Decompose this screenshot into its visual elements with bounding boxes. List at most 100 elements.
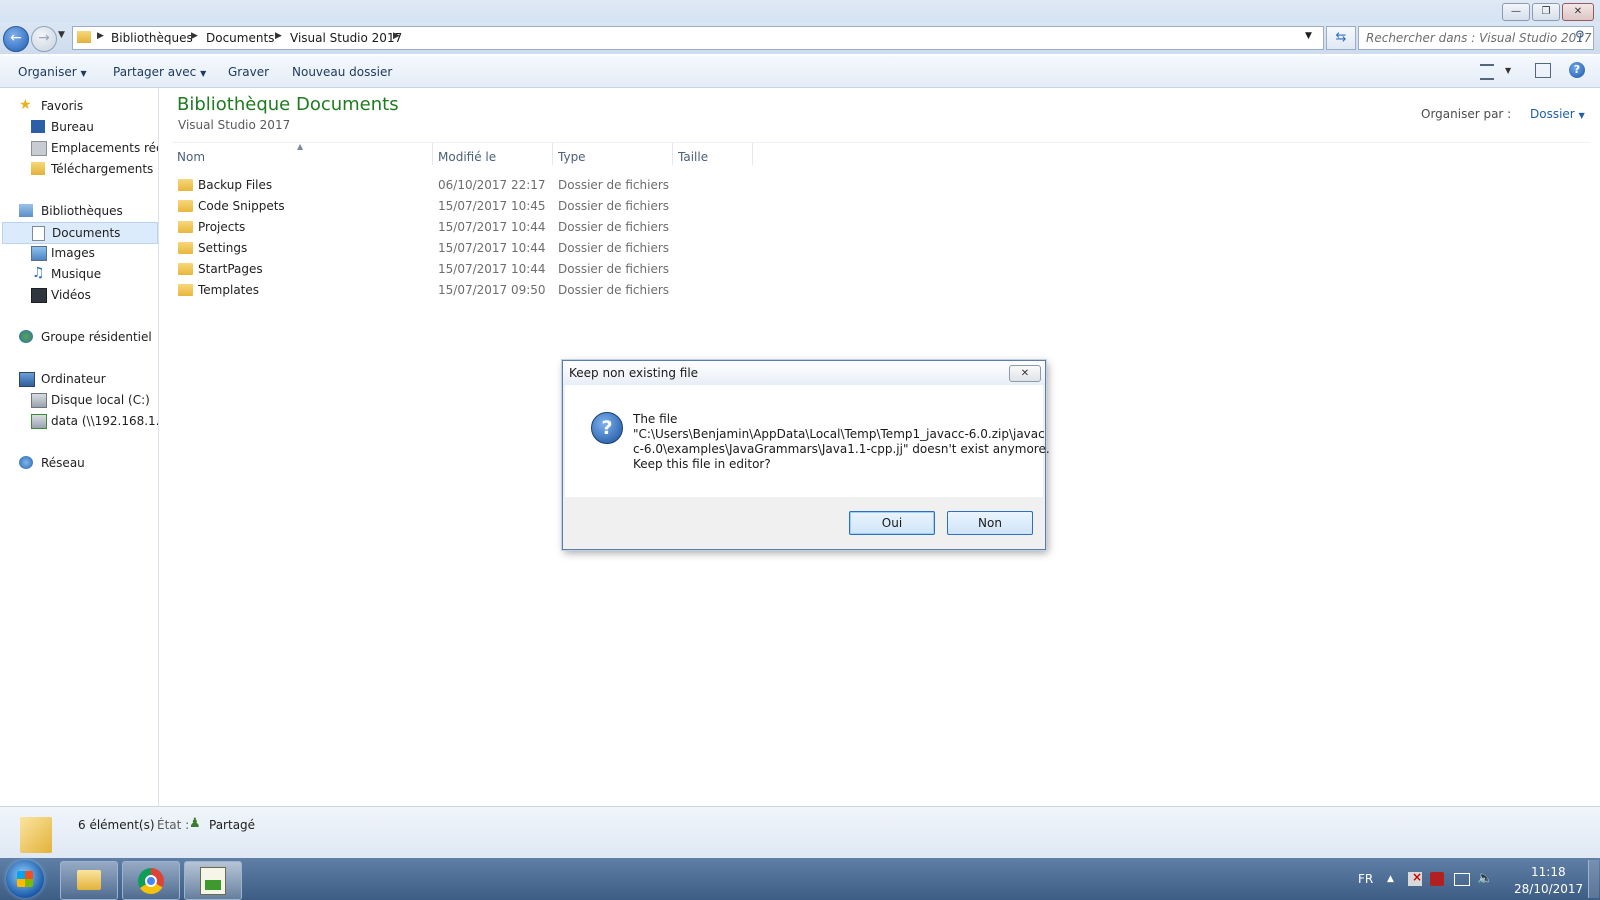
nav-label: Groupe résidentiel <box>41 330 152 344</box>
folder-icon <box>178 263 193 275</box>
taskbar-chrome-button[interactable] <box>122 861 180 900</box>
no-button[interactable]: Non <box>947 511 1033 535</box>
taskbar-explorer-button[interactable] <box>60 861 118 900</box>
taskbar-editor-button[interactable] <box>184 861 242 900</box>
refresh-button[interactable]: ⇆ <box>1326 26 1356 50</box>
column-header-type[interactable]: Type <box>558 150 586 164</box>
search-icon[interactable]: ⚲ <box>1575 29 1585 44</box>
file-modified: 15/07/2017 10:44 <box>438 262 546 276</box>
dropdown-arrow-icon: ▼ <box>1578 111 1585 120</box>
column-header-size[interactable]: Taille <box>678 150 708 164</box>
search-input[interactable]: Rechercher dans : Visual Studio 2017 ⚲ <box>1358 26 1594 50</box>
images-icon <box>31 246 47 261</box>
homegroup-icon <box>19 330 33 343</box>
organize-label: Organiser <box>18 65 77 79</box>
nav-music[interactable]: ♫ Musique <box>0 264 158 284</box>
new-folder-button[interactable]: Nouveau dossier <box>292 65 392 79</box>
show-hidden-icons-icon[interactable]: ▲ <box>1387 874 1394 884</box>
nav-label: Favoris <box>41 99 84 113</box>
nav-libraries[interactable]: Bibliothèques <box>0 201 158 221</box>
history-dropdown-icon[interactable]: ▼ <box>58 30 65 40</box>
tray-volume-icon[interactable]: 🔈 <box>1477 871 1493 886</box>
tray-flag-icon[interactable]: × <box>1408 870 1422 886</box>
minimize-button[interactable]: — <box>1502 3 1530 21</box>
column-header-modified[interactable]: Modifié le <box>438 150 496 164</box>
nav-label: Emplacements récents <box>51 141 158 155</box>
file-row[interactable]: Code Snippets 15/07/2017 10:45 Dossier d… <box>172 196 872 216</box>
nav-downloads[interactable]: Téléchargements <box>0 159 158 179</box>
file-name: Backup Files <box>198 178 273 192</box>
windows-logo-icon <box>17 871 33 887</box>
show-desktop-button[interactable] <box>1588 860 1599 898</box>
tray-network-icon[interactable] <box>1454 873 1470 886</box>
nav-favorites[interactable]: ★ Favoris <box>0 96 158 116</box>
clock-time[interactable]: 11:18 <box>1531 865 1566 879</box>
dropdown-arrow-icon: ▼ <box>80 69 87 78</box>
nav-homegroup[interactable]: Groupe résidentiel <box>0 327 158 347</box>
breadcrumb-visual-studio[interactable]: Visual Studio 2017 <box>290 31 402 45</box>
tray-security-icon[interactable] <box>1430 872 1444 886</box>
column-separator[interactable] <box>672 143 673 165</box>
close-window-button[interactable]: ✕ <box>1562 3 1594 21</box>
column-separator[interactable] <box>432 143 433 165</box>
message-line: Keep this file in editor? <box>633 457 771 471</box>
nav-desktop[interactable]: Bureau <box>0 117 158 137</box>
message-line: c-6.0\examples\JavaGrammars\Java1.1-cpp.… <box>633 442 1050 456</box>
file-row[interactable]: StartPages 15/07/2017 10:44 Dossier de f… <box>172 259 872 279</box>
restore-button[interactable]: ❐ <box>1532 3 1560 21</box>
nav-label: Téléchargements <box>51 162 154 176</box>
breadcrumb-bibliotheques[interactable]: Bibliothèques <box>111 31 193 45</box>
yes-button[interactable]: Oui <box>849 511 935 535</box>
file-type: Dossier de fichiers <box>558 199 670 213</box>
address-dropdown-icon[interactable]: ▼ <box>1305 31 1312 41</box>
nav-local-disk[interactable]: Disque local (C:) <box>0 390 158 410</box>
view-dropdown-icon[interactable]: ▼ <box>1505 66 1511 75</box>
dialog-close-button[interactable]: ✕ <box>1009 365 1041 382</box>
item-count: 6 élément(s) <box>78 818 155 832</box>
file-modified: 15/07/2017 10:44 <box>438 220 546 234</box>
burn-button[interactable]: Graver <box>228 65 269 79</box>
library-subtitle: Visual Studio 2017 <box>178 118 291 132</box>
column-separator[interactable] <box>552 143 553 165</box>
start-button[interactable] <box>6 860 44 898</box>
preview-pane-icon[interactable] <box>1535 63 1551 78</box>
close-icon: ✕ <box>1020 368 1030 379</box>
nav-recent-places[interactable]: Emplacements récents <box>0 138 158 158</box>
arrange-by-label: Organiser par : <box>1421 107 1512 121</box>
restore-icon: ❐ <box>1541 6 1551 17</box>
file-row[interactable]: Projects 15/07/2017 10:44 Dossier de fic… <box>172 217 872 237</box>
file-row[interactable]: Settings 15/07/2017 10:44 Dossier de fic… <box>172 238 872 258</box>
nav-videos[interactable]: Vidéos <box>0 285 158 305</box>
arrange-by-dropdown[interactable]: Dossier ▼ <box>1530 107 1585 121</box>
message-line: "C:\Users\Benjamin\AppData\Local\Temp\Te… <box>633 427 1045 441</box>
folder-icon <box>178 284 193 296</box>
nav-network-drive[interactable]: data (\\192.168.1.30) <box>0 411 158 431</box>
column-header-name[interactable]: Nom <box>177 150 205 164</box>
message-line: The file <box>633 412 678 426</box>
help-icon[interactable]: ? <box>1569 62 1585 78</box>
file-row[interactable]: Backup Files 06/10/2017 22:17 Dossier de… <box>172 175 872 195</box>
breadcrumb-documents[interactable]: Documents <box>206 31 274 45</box>
language-indicator[interactable]: FR <box>1358 872 1373 886</box>
view-options-icon[interactable] <box>1480 64 1494 80</box>
navigation-pane: ★ Favoris Bureau Emplacements récents Té… <box>0 88 159 806</box>
dialog-message: The file "C:\Users\Benjamin\AppData\Loca… <box>633 412 1050 472</box>
organize-button[interactable]: Organiser ▼ <box>18 65 87 79</box>
address-bar[interactable]: ▶ Bibliothèques ▶ Documents ▶ Visual Stu… <box>72 26 1324 50</box>
drive-icon <box>31 393 47 408</box>
nav-label: Vidéos <box>51 288 91 302</box>
nav-documents-selected[interactable]: Documents <box>2 222 158 244</box>
keep-file-dialog: Keep non existing file ✕ ? The file "C:\… <box>562 360 1050 550</box>
share-button[interactable]: Partager avec ▼ <box>113 65 206 79</box>
recent-places-icon <box>31 141 47 156</box>
desktop-icon <box>31 120 45 133</box>
file-row[interactable]: Templates 15/07/2017 09:50 Dossier de fi… <box>172 280 872 300</box>
back-button[interactable]: ← <box>3 26 29 52</box>
clock-date[interactable]: 28/10/2017 <box>1514 882 1583 896</box>
nav-computer[interactable]: Ordinateur <box>0 369 158 389</box>
forward-button[interactable]: → <box>31 26 57 52</box>
nav-network[interactable]: Réseau <box>0 453 158 473</box>
nav-images[interactable]: Images <box>0 243 158 263</box>
column-separator[interactable] <box>752 143 753 165</box>
file-type: Dossier de fichiers <box>558 241 670 255</box>
